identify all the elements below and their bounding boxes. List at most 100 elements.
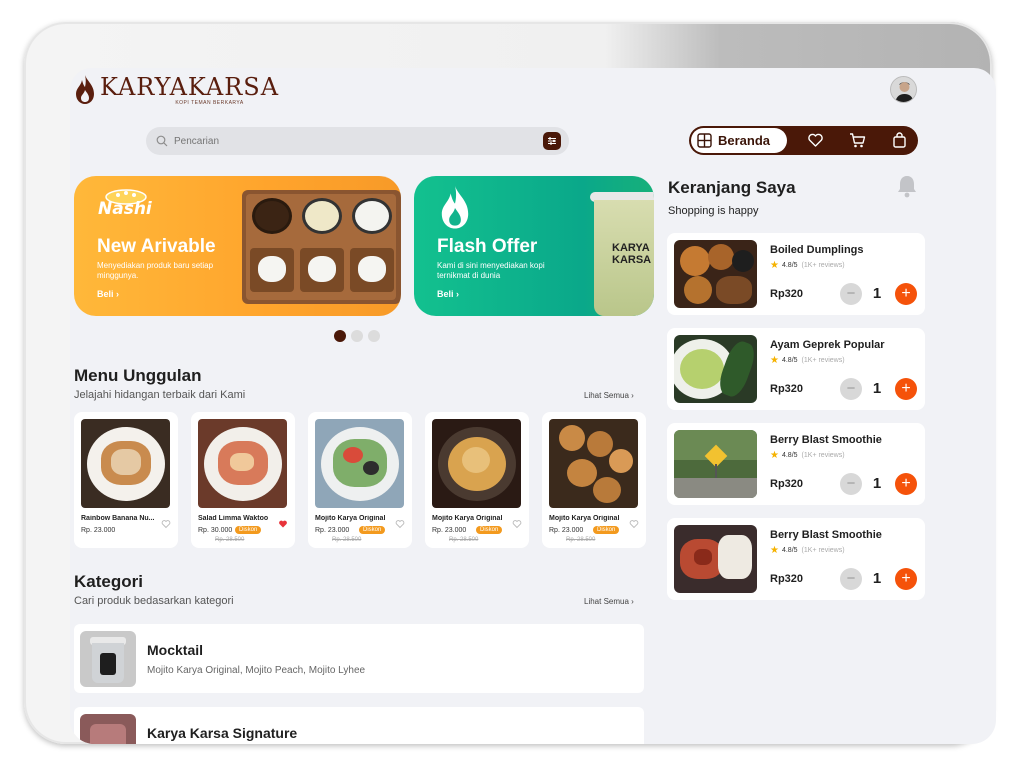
product-name: Mojito Karya Original xyxy=(432,515,503,522)
chevron-right-icon: › xyxy=(631,391,634,400)
product-name: Mojito Karya Original xyxy=(315,515,386,522)
rice-tray-image xyxy=(242,190,401,304)
star-icon: ★ xyxy=(770,260,779,271)
product-name: Salad Limma Waktoo xyxy=(198,515,269,522)
product-price: Rp. 23.000 xyxy=(81,527,116,534)
category-card[interactable]: Karya Karsa Signature xyxy=(74,707,644,744)
see-all-label: Lihat Semua xyxy=(584,597,629,606)
cart-item-image xyxy=(674,430,757,498)
rating-value: 4.8/5 xyxy=(781,547,798,554)
increase-qty-button[interactable]: + xyxy=(895,283,917,305)
section-title-kategori: Kategori xyxy=(74,572,143,591)
decrease-qty-button[interactable]: − xyxy=(840,568,862,590)
cart-item[interactable]: Berry Blast Smoothie ★ 4.8/5 (1K+ reviews)… xyxy=(667,518,925,600)
category-name: Mocktail xyxy=(147,642,204,658)
brand-logo[interactable]: KARYAKARSA KOPI TEMAN BERKARYA xyxy=(74,74,279,106)
search-input[interactable] xyxy=(174,135,534,147)
increase-qty-button[interactable]: + xyxy=(895,378,917,400)
search-bar[interactable] xyxy=(146,127,569,155)
product-image xyxy=(432,419,521,508)
decrease-qty-button[interactable]: − xyxy=(840,283,862,305)
product-old-price: Rp. 28.500 xyxy=(215,537,245,543)
cart-item-name: Berry Blast Smoothie xyxy=(770,434,882,446)
cart-item-image xyxy=(674,525,757,593)
cart-item-image xyxy=(674,335,757,403)
product-card[interactable]: Mojito Karya Original Rp. 23.000 Diskon … xyxy=(425,412,529,548)
carousel-dot-2[interactable] xyxy=(351,330,363,342)
see-all-menu-link[interactable]: Lihat Semua › xyxy=(584,391,634,400)
grid-icon xyxy=(697,133,712,148)
product-card[interactable]: Mojito Karya Original Rp. 23.000 Diskon … xyxy=(308,412,412,548)
review-count: (1K+ reviews) xyxy=(801,357,845,364)
carousel-dots xyxy=(334,330,380,342)
product-card[interactable]: Salad Limma Waktoo Rp. 30.000 Diskon Rp.… xyxy=(191,412,295,548)
heart-outline-icon[interactable] xyxy=(629,519,639,529)
rating-value: 4.8/5 xyxy=(781,452,798,459)
see-all-kategori-link[interactable]: Lihat Semua › xyxy=(584,597,634,606)
heart-outline-icon[interactable] xyxy=(512,519,522,529)
product-name: Mojito Karya Original xyxy=(549,515,620,522)
rating-value: 4.8/5 xyxy=(781,357,798,364)
chevron-right-icon: › xyxy=(631,597,634,606)
product-old-price: Rp. 28.500 xyxy=(449,537,479,543)
cart-item-name: Ayam Geprek Popular xyxy=(770,339,885,351)
cart-icon[interactable] xyxy=(849,132,866,149)
increase-qty-button[interactable]: + xyxy=(895,473,917,495)
category-items: Mojito Karya Original, Mojito Peach, Moj… xyxy=(147,665,366,676)
cart-item[interactable]: Boiled Dumplings ★ 4.8/5 (1K+ reviews) Rp3… xyxy=(667,233,925,315)
discount-badge: Diskon xyxy=(359,526,386,534)
carousel-dot-1[interactable] xyxy=(334,330,346,342)
banner-description: Menyediakan produk baru setiap minggunya… xyxy=(97,261,214,280)
cart-item[interactable]: Berry Blast Smoothie ★ 4.8/5 (1K+ reviews)… xyxy=(667,423,925,505)
banner-buy-link[interactable]: Beli › xyxy=(437,289,459,299)
qty-value: 1 xyxy=(872,475,882,492)
discount-badge: Diskon xyxy=(235,526,262,534)
heart-filled-icon[interactable] xyxy=(278,519,288,529)
cart-item[interactable]: Ayam Geprek Popular ★ 4.8/5 (1K+ reviews) … xyxy=(667,328,925,410)
star-icon: ★ xyxy=(770,355,779,366)
banner-new-arrival[interactable]: Nashi New Arivable Menyediakan produk ba… xyxy=(74,176,401,316)
product-image xyxy=(549,419,638,508)
decrease-qty-button[interactable]: − xyxy=(840,378,862,400)
cart-item-rating: ★ 4.8/5 (1K+ reviews) xyxy=(770,450,845,461)
product-image xyxy=(198,419,287,508)
product-price: Rp. 23.000 xyxy=(315,527,350,534)
carousel-dot-3[interactable] xyxy=(368,330,380,342)
heart-icon[interactable] xyxy=(807,132,824,149)
see-all-label: Lihat Semua xyxy=(584,391,629,400)
product-card[interactable]: Mojito Karya Original Rp. 23.000 Diskon … xyxy=(542,412,646,548)
banner-buy-link[interactable]: Beli › xyxy=(97,289,119,299)
decrease-qty-button[interactable]: − xyxy=(840,473,862,495)
cart-item-price: Rp320 xyxy=(770,478,804,490)
cart-item-name: Berry Blast Smoothie xyxy=(770,529,882,541)
filter-sliders-icon xyxy=(548,137,556,145)
tablet-frame: KARYAKARSA KOPI TEMAN BERKARYA Pencarian… xyxy=(24,22,996,744)
heart-outline-icon[interactable] xyxy=(161,519,171,529)
category-card[interactable]: Mocktail Mojito Karya Original, Mojito P… xyxy=(74,624,644,693)
bell-icon[interactable] xyxy=(896,174,918,198)
cart-item-image xyxy=(674,240,757,308)
chevron-right-icon: › xyxy=(116,289,120,299)
qty-value: 1 xyxy=(872,570,882,587)
search-icon xyxy=(156,135,168,147)
product-old-price: Rp. 28.500 xyxy=(332,537,362,543)
banner-title: New Arivable xyxy=(97,236,216,257)
increase-qty-button[interactable]: + xyxy=(895,568,917,590)
bag-icon[interactable] xyxy=(891,132,908,149)
filter-button[interactable] xyxy=(543,132,561,150)
category-name: Karya Karsa Signature xyxy=(147,725,298,741)
user-avatar[interactable] xyxy=(890,76,917,103)
cart-item-price: Rp320 xyxy=(770,288,804,300)
cart-item-price: Rp320 xyxy=(770,383,804,395)
product-old-price: Rp. 28.500 xyxy=(566,537,596,543)
banner-flash-offer[interactable]: KARYA KARSA Flash Offer Kami di sini men… xyxy=(414,176,654,316)
coffee-cup-image: KARYA KARSA xyxy=(590,182,654,316)
heart-outline-icon[interactable] xyxy=(395,519,405,529)
nav-home-button[interactable]: Beranda xyxy=(691,128,787,153)
qty-value: 1 xyxy=(872,285,882,302)
star-icon: ★ xyxy=(770,545,779,556)
product-card[interactable]: Rainbow Banana Nu... Rp. 23.000 xyxy=(74,412,178,548)
cart-item-rating: ★ 4.8/5 (1K+ reviews) xyxy=(770,355,845,366)
flame-logo-icon xyxy=(76,75,94,104)
cart-item-rating: ★ 4.8/5 (1K+ reviews) xyxy=(770,545,845,556)
